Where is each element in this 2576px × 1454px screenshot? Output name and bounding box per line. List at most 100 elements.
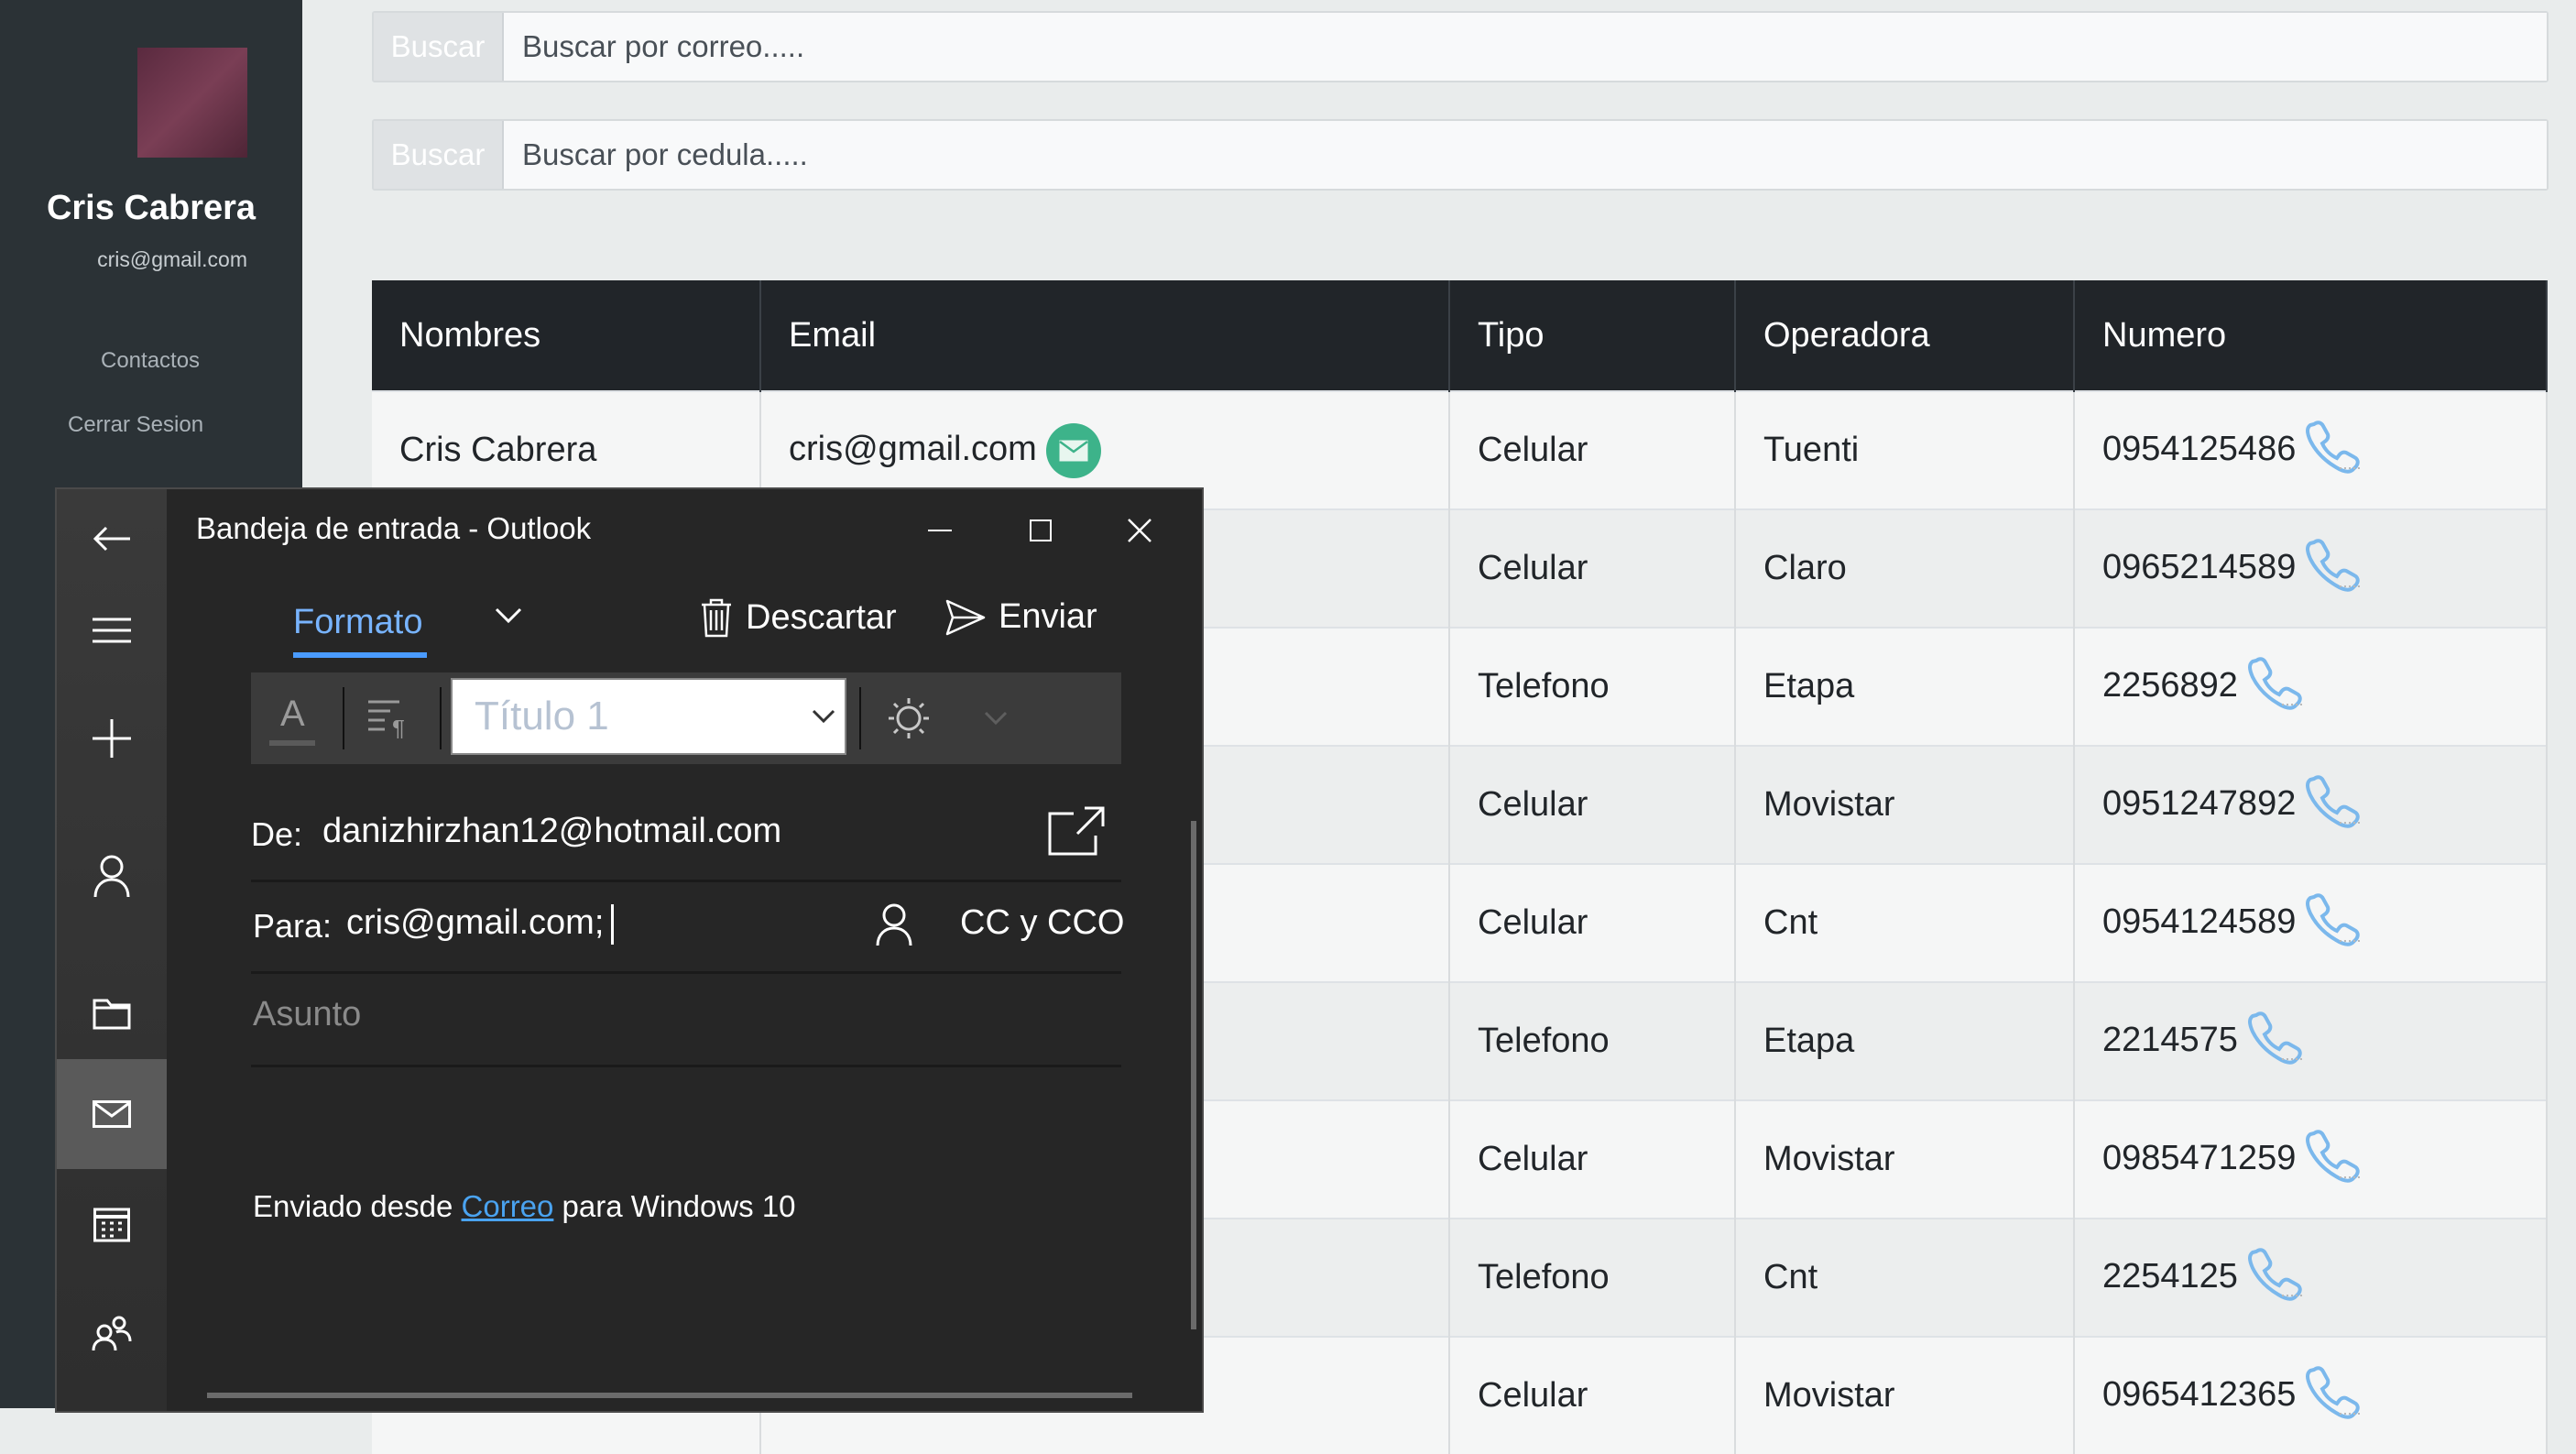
- vertical-scrollbar[interactable]: [1191, 821, 1196, 1329]
- cell-operadora: Movistar: [1735, 1099, 2075, 1219]
- row-numero: 0965214589: [2102, 547, 2297, 586]
- contacts-picker-icon[interactable]: [876, 903, 912, 950]
- discard-label: Descartar: [746, 597, 897, 637]
- header-tipo: Tipo: [1449, 280, 1736, 391]
- cell-numero: 0985471259: [2074, 1099, 2548, 1219]
- signature-prefix: Enviado desde: [253, 1189, 462, 1223]
- cell-tipo: Celular: [1449, 745, 1736, 864]
- calendar-icon[interactable]: [57, 1178, 167, 1270]
- cell-operadora: Tuenti: [1735, 390, 2075, 509]
- subject-input[interactable]: Asunto: [253, 995, 361, 1034]
- maximize-icon[interactable]: [1013, 508, 1068, 553]
- sidebar-link-cerrar-sesion[interactable]: Cerrar Sesion: [68, 412, 203, 438]
- discard-button[interactable]: Descartar: [700, 597, 897, 638]
- chevron-down-icon[interactable]: [984, 711, 1008, 730]
- header-nombres: Nombres: [372, 280, 761, 391]
- cell-tipo: Telefono: [1449, 627, 1736, 746]
- cell-numero: 0954124589: [2074, 863, 2548, 982]
- cc-bcc-button[interactable]: CC y CCO: [960, 903, 1124, 943]
- close-icon[interactable]: [1112, 508, 1167, 553]
- outlook-nav-rail: [57, 489, 167, 1411]
- style-dropdown[interactable]: Título 1: [451, 678, 846, 755]
- header-operadora: Operadora: [1735, 280, 2075, 391]
- tab-formato-underline: [293, 652, 427, 658]
- font-color-icon[interactable]: A: [269, 689, 315, 748]
- call-phone-icon[interactable]: [2305, 1128, 2363, 1192]
- search-cedula-button[interactable]: Buscar: [374, 121, 504, 189]
- cell-numero: 0965214589: [2074, 508, 2548, 628]
- call-phone-icon[interactable]: [2247, 655, 2306, 719]
- horizontal-scrollbar[interactable]: [207, 1393, 1132, 1398]
- call-phone-icon[interactable]: [2305, 773, 2363, 837]
- cell-tipo: Celular: [1449, 1336, 1736, 1454]
- cell-operadora: Cnt: [1735, 863, 2075, 982]
- divider: [251, 1065, 1121, 1067]
- user-email: cris@gmail.com: [97, 247, 247, 271]
- cell-operadora: Etapa: [1735, 981, 2075, 1100]
- account-person-icon[interactable]: [57, 830, 167, 922]
- cell-numero: 2214575: [2074, 981, 2548, 1100]
- folder-icon[interactable]: [57, 968, 167, 1059]
- new-mail-plus-icon[interactable]: [57, 693, 167, 784]
- search-cedula-group: Buscar: [372, 119, 2549, 191]
- send-label: Enviar: [999, 597, 1097, 636]
- signature: Enviado desde Correo para Windows 10: [253, 1189, 796, 1224]
- header-numero: Numero: [2074, 280, 2548, 391]
- mail-icon[interactable]: [57, 1059, 167, 1169]
- cell-tipo: Telefono: [1449, 981, 1736, 1100]
- people-icon[interactable]: [57, 1288, 167, 1380]
- popout-icon[interactable]: [1048, 806, 1105, 860]
- correo-link[interactable]: Correo: [462, 1189, 554, 1223]
- call-phone-icon[interactable]: [2247, 1246, 2306, 1310]
- theme-sun-icon[interactable]: [887, 696, 931, 745]
- row-numero: 0954125486: [2102, 429, 2297, 468]
- send-button[interactable]: Enviar: [945, 597, 1097, 637]
- row-numero: 2256892: [2102, 665, 2238, 705]
- send-icon: [945, 599, 986, 635]
- sidebar-link-contactos[interactable]: Contactos: [101, 348, 200, 374]
- trash-icon: [702, 598, 731, 638]
- cell-operadora: Etapa: [1735, 627, 2075, 746]
- chevron-down-icon: [812, 709, 835, 724]
- search-email-group: Buscar: [372, 11, 2549, 82]
- cell-tipo: Telefono: [1449, 1218, 1736, 1337]
- send-mail-icon[interactable]: [1045, 422, 1101, 478]
- cell-operadora: Movistar: [1735, 1336, 2075, 1454]
- avatar: [137, 48, 247, 158]
- to-label: Para:: [253, 907, 333, 945]
- to-value: cris@gmail.com;: [346, 903, 605, 942]
- row-numero: 0951247892: [2102, 783, 2297, 823]
- paragraph-format-icon[interactable]: ¶: [366, 698, 412, 743]
- tab-formato[interactable]: Formato: [293, 603, 422, 642]
- cell-operadora: Cnt: [1735, 1218, 2075, 1337]
- cell-operadora: Movistar: [1735, 745, 2075, 864]
- svg-text:A: A: [280, 694, 305, 734]
- cell-numero: 2254125: [2074, 1218, 2548, 1337]
- cell-numero: 0954125486: [2074, 390, 2548, 509]
- from-value[interactable]: danizhirzhan12@hotmail.com: [322, 812, 781, 851]
- cell-numero: 0965412365: [2074, 1336, 2548, 1454]
- search-cedula-input[interactable]: [504, 121, 2547, 189]
- cell-tipo: Celular: [1449, 390, 1736, 509]
- svg-text:¶: ¶: [392, 715, 405, 738]
- cell-tipo: Celular: [1449, 863, 1736, 982]
- row-numero: 2214575: [2102, 1020, 2238, 1059]
- user-name: Cris Cabrera: [46, 189, 257, 227]
- signature-suffix: para Windows 10: [553, 1189, 796, 1223]
- call-phone-icon[interactable]: [2305, 419, 2363, 483]
- search-email-input[interactable]: [504, 13, 2547, 81]
- call-phone-icon[interactable]: [2305, 537, 2363, 601]
- search-email-button[interactable]: Buscar: [374, 13, 504, 81]
- call-phone-icon[interactable]: [2247, 1010, 2306, 1074]
- hamburger-menu-icon[interactable]: [57, 585, 167, 676]
- cell-tipo: Celular: [1449, 508, 1736, 628]
- back-arrow-icon[interactable]: [57, 493, 167, 585]
- minimize-icon[interactable]: [912, 508, 967, 553]
- divider: [251, 971, 1121, 974]
- call-phone-icon[interactable]: [2305, 1364, 2363, 1428]
- chevron-down-icon[interactable]: [495, 607, 522, 629]
- to-value-input[interactable]: cris@gmail.com;: [346, 903, 615, 945]
- row-numero: 0985471259: [2102, 1138, 2297, 1177]
- call-phone-icon[interactable]: [2305, 891, 2363, 956]
- row-email: cris@gmail.com: [789, 429, 1037, 468]
